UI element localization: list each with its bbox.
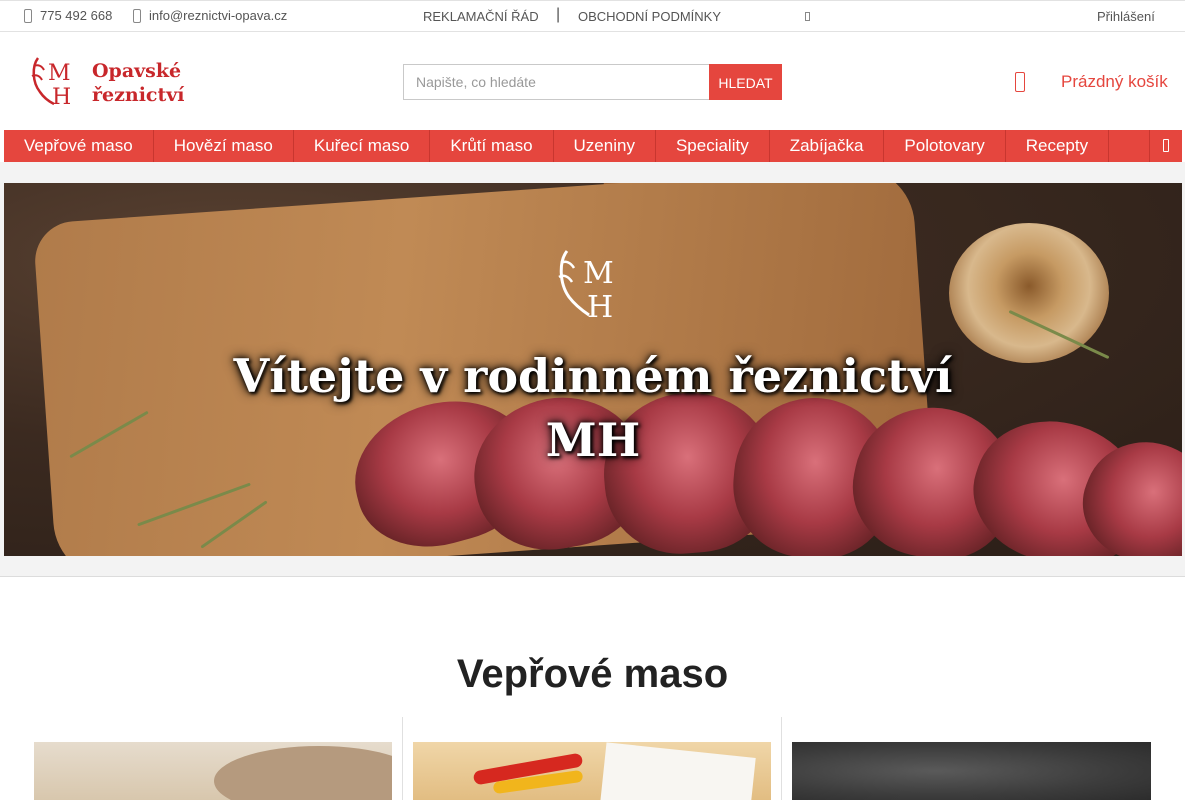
nav-item-hovezi-maso[interactable]: Hovězí maso xyxy=(154,130,294,162)
svg-text:M: M xyxy=(583,256,614,291)
main-navigation: Vepřové maso Hovězí maso Kuřecí maso Krů… xyxy=(4,130,1182,162)
logo-text-line1: Opavské xyxy=(92,60,182,82)
svg-text:H: H xyxy=(587,290,613,323)
pork-image xyxy=(214,746,392,800)
terms-link[interactable]: OBCHODNÍ PODMÍNKY xyxy=(578,9,721,24)
hero-title-line1: Vítejte v rodinném řeznictví xyxy=(233,349,953,403)
svg-text:M: M xyxy=(48,61,71,86)
search-form: HLEDAT xyxy=(403,64,782,100)
cart-link[interactable]: Prázdný košík xyxy=(1061,72,1168,92)
product-card-image[interactable] xyxy=(413,742,771,800)
complaints-link[interactable]: REKLAMAČNÍ ŘÁD xyxy=(423,9,539,24)
search-input[interactable] xyxy=(403,64,709,100)
hero-monogram-icon: M H xyxy=(558,250,614,323)
paper-image xyxy=(600,742,756,800)
top-bar: 775 492 668 info@reznictvi-opava.cz REKL… xyxy=(0,0,1185,32)
phone-number: 775 492 668 xyxy=(40,8,113,23)
phone-link[interactable]: 775 492 668 xyxy=(24,8,112,23)
nav-more-button[interactable] xyxy=(1149,130,1182,162)
nav-item-kureci-maso[interactable]: Kuřecí maso xyxy=(294,130,431,162)
product-card-image[interactable] xyxy=(792,742,1151,800)
nav-item-polotovary[interactable]: Polotovary xyxy=(884,130,1006,162)
logo-text-line2: řeznictví xyxy=(92,84,185,106)
login-link[interactable]: Přihlášení xyxy=(1097,9,1155,24)
email-address: info@reznictvi-opava.cz xyxy=(149,8,288,23)
nav-item-uzeniny[interactable]: Uzeniny xyxy=(554,130,656,162)
email-link[interactable]: info@reznictvi-opava.cz xyxy=(133,8,287,23)
nav-item-speciality[interactable]: Speciality xyxy=(656,130,770,162)
hero-title-line2: MH xyxy=(545,413,641,467)
column-divider xyxy=(402,717,403,800)
product-card-image[interactable] xyxy=(34,742,392,800)
search-button[interactable]: HLEDAT xyxy=(709,64,782,100)
nav-item-veprove-maso[interactable]: Vepřové maso xyxy=(4,130,154,162)
nav-item-zabijacka[interactable]: Zabíjačka xyxy=(770,130,885,162)
link-separator: | xyxy=(556,6,561,23)
nav-item-recepty[interactable]: Recepty xyxy=(1006,130,1110,162)
logo-monogram-icon: M H xyxy=(31,57,71,108)
column-divider xyxy=(781,717,782,800)
svg-text:H: H xyxy=(52,85,71,108)
cart-icon[interactable] xyxy=(1015,72,1025,92)
nav-item-kruti-maso[interactable]: Krůtí maso xyxy=(430,130,554,162)
garlic-image xyxy=(949,223,1109,363)
user-icon[interactable] xyxy=(805,12,810,21)
hero-banner[interactable]: M H Vítejte v rodinném řeznictví MH xyxy=(4,183,1182,556)
hero-section: M H Vítejte v rodinném řeznictví MH xyxy=(0,162,1185,577)
mail-icon xyxy=(133,8,141,23)
site-logo[interactable]: M H Opavské řeznictví xyxy=(28,52,188,108)
phone-icon xyxy=(24,8,32,23)
chevron-icon xyxy=(1163,139,1169,152)
section-title: Vepřové maso xyxy=(456,652,729,696)
